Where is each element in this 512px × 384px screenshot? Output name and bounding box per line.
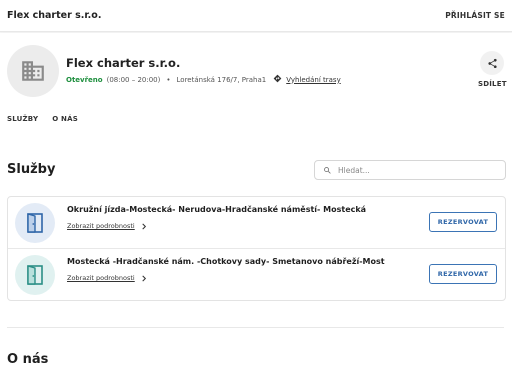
business-avatar: [7, 45, 59, 97]
brand-name[interactable]: Flex charter s.r.o.: [7, 10, 101, 21]
service-item: Okružní jízda-Mostecká- Nerudova-Hradčan…: [8, 197, 505, 249]
service-icon: [15, 255, 55, 295]
service-item: Mostecká -Hradčanské nám. -Chotkovy sady…: [8, 249, 505, 301]
open-status: Otevřeno: [66, 75, 103, 84]
directions-icon[interactable]: [273, 74, 282, 85]
search-input[interactable]: [338, 165, 498, 175]
main-content: Služby Okružní jízda-Mostecká- Nerudova-…: [0, 137, 512, 384]
door-icon: [27, 265, 43, 285]
service-details-link[interactable]: Zobrazit podrobnosti: [67, 274, 147, 282]
services-list: Okružní jízda-Mostecká- Nerudova-Hradčan…: [7, 196, 506, 301]
details-label[interactable]: Zobrazit podrobnosti: [67, 274, 135, 282]
business-name: Flex charter s.r.o.: [66, 56, 181, 70]
share-circle[interactable]: [480, 51, 504, 75]
service-name: Mostecká -Hradčanské nám. -Chotkovy sady…: [67, 257, 385, 266]
search-icon: [324, 166, 331, 174]
building-icon: [22, 61, 44, 81]
service-details-link[interactable]: Zobrazit podrobnosti: [67, 222, 147, 230]
about-heading: O nás: [7, 352, 49, 367]
business-address: Loretánská 176/7, Praha1: [176, 75, 267, 84]
reserve-button[interactable]: REZERVOVAT: [429, 264, 497, 284]
reserve-button[interactable]: REZERVOVAT: [429, 212, 497, 232]
details-label[interactable]: Zobrazit podrobnosti: [67, 222, 135, 230]
tab-about[interactable]: O NÁS: [52, 115, 78, 123]
share-button[interactable]: SDÍLET: [478, 51, 506, 88]
door-icon: [27, 213, 43, 233]
opening-hours: (08:00 – 20:00): [106, 75, 161, 84]
service-name: Okružní jízda-Mostecká- Nerudova-Hradčan…: [67, 205, 367, 214]
services-heading: Služby: [7, 162, 56, 177]
tab-services[interactable]: SLUŽBY: [7, 115, 38, 123]
share-label: SDÍLET: [478, 80, 507, 88]
chevron-right-icon: [141, 223, 147, 230]
share-icon: [487, 58, 497, 68]
business-header: Flex charter s.r.o. Otevřeno (08:00 – 20…: [0, 33, 512, 137]
login-link[interactable]: PŘIHLÁSIT SE: [445, 11, 505, 20]
separator-dot: •: [166, 75, 171, 84]
top-bar: Flex charter s.r.o. PŘIHLÁSIT SE: [0, 0, 512, 32]
service-icon: [15, 203, 55, 243]
tab-bar: SLUŽBY O NÁS: [7, 115, 92, 123]
section-divider: [7, 327, 504, 328]
chevron-right-icon: [141, 275, 147, 282]
directions-link[interactable]: Vyhledání trasy: [286, 76, 340, 84]
service-search[interactable]: [314, 160, 506, 180]
business-meta: Otevřeno (08:00 – 20:00) • Loretánská 17…: [66, 74, 341, 85]
